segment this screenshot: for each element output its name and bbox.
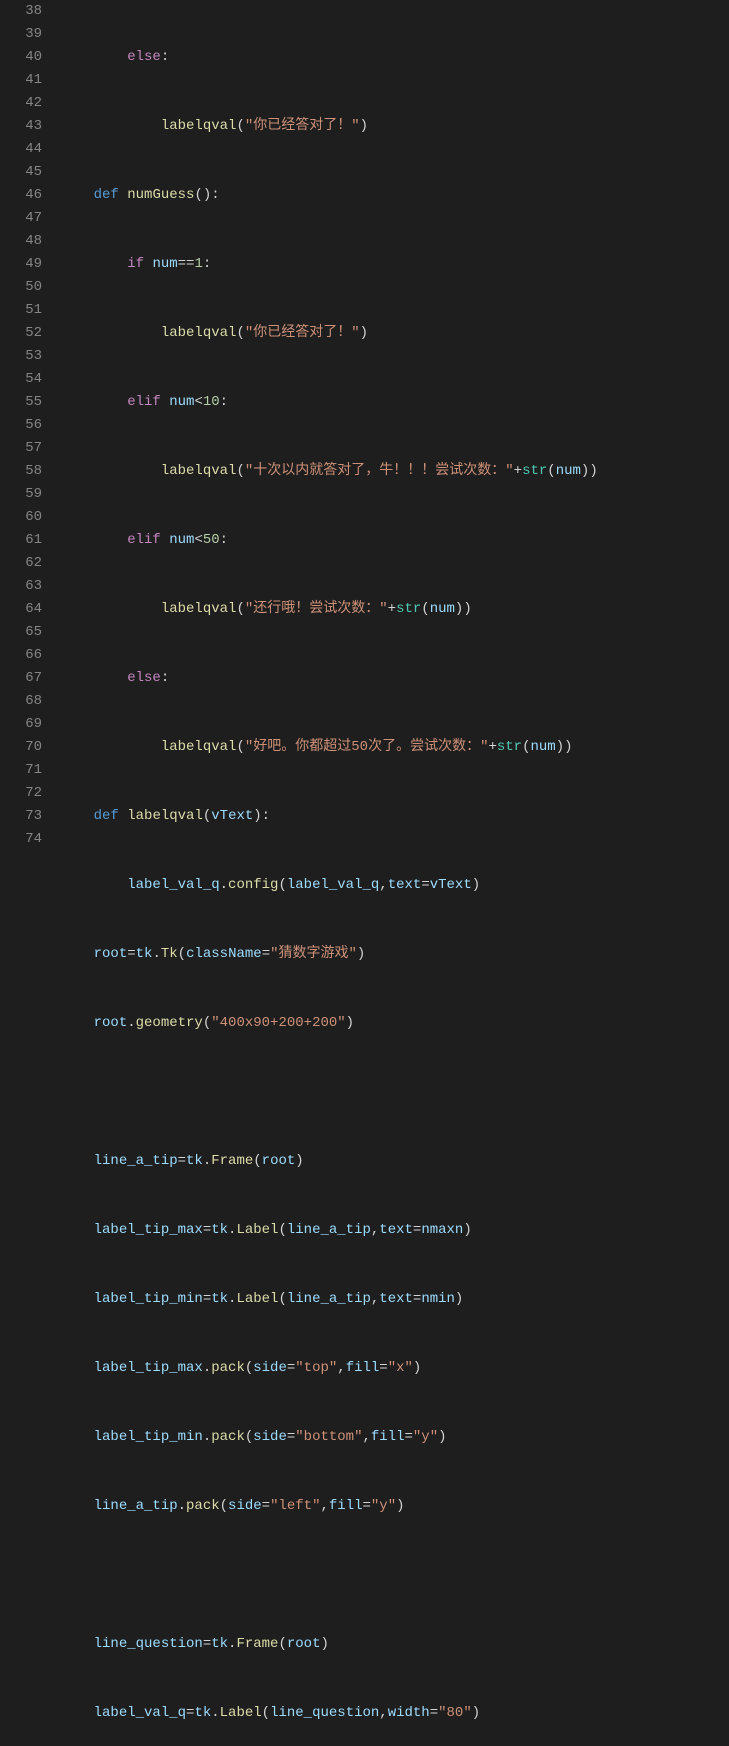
line-number: 59: [0, 483, 42, 506]
line-number: 72: [0, 782, 42, 805]
code-line[interactable]: elif num<50:: [60, 529, 729, 552]
code-line[interactable]: else:: [60, 46, 729, 69]
line-number: 67: [0, 667, 42, 690]
line-number: 46: [0, 184, 42, 207]
code-content[interactable]: else: labelqval("你已经答对了！") def numGuess(…: [60, 0, 729, 1746]
code-line[interactable]: elif num<10:: [60, 391, 729, 414]
line-number: 74: [0, 828, 42, 851]
line-number: 41: [0, 69, 42, 92]
line-number: 66: [0, 644, 42, 667]
code-line[interactable]: root.geometry("400x90+200+200"): [60, 1012, 729, 1035]
code-line[interactable]: labelqval("好吧。你都超过50次了。尝试次数："+str(num)): [60, 736, 729, 759]
code-line[interactable]: label_tip_min=tk.Label(line_a_tip,text=n…: [60, 1288, 729, 1311]
code-line[interactable]: if num==1:: [60, 253, 729, 276]
line-number: 70: [0, 736, 42, 759]
line-number: 68: [0, 690, 42, 713]
code-line[interactable]: labelqval("你已经答对了！"): [60, 322, 729, 345]
line-number: 54: [0, 368, 42, 391]
line-number: 58: [0, 460, 42, 483]
code-line[interactable]: line_a_tip=tk.Frame(root): [60, 1150, 729, 1173]
line-number: 71: [0, 759, 42, 782]
code-line[interactable]: [60, 1081, 729, 1104]
code-line[interactable]: line_question=tk.Frame(root): [60, 1633, 729, 1656]
code-line[interactable]: else:: [60, 667, 729, 690]
code-editor[interactable]: 3839404142434445464748495051525354555657…: [0, 0, 729, 1746]
line-number: 57: [0, 437, 42, 460]
code-line[interactable]: labelqval("还行哦！尝试次数："+str(num)): [60, 598, 729, 621]
code-line[interactable]: def labelqval(vText):: [60, 805, 729, 828]
line-number: 56: [0, 414, 42, 437]
code-line[interactable]: label_tip_min.pack(side="bottom",fill="y…: [60, 1426, 729, 1449]
line-number: 60: [0, 506, 42, 529]
line-number: 69: [0, 713, 42, 736]
code-line[interactable]: label_tip_max=tk.Label(line_a_tip,text=n…: [60, 1219, 729, 1242]
line-number: 63: [0, 575, 42, 598]
code-line[interactable]: [60, 1564, 729, 1587]
line-number: 44: [0, 138, 42, 161]
line-number: 42: [0, 92, 42, 115]
code-line[interactable]: label_val_q.config(label_val_q,text=vTex…: [60, 874, 729, 897]
code-line[interactable]: def numGuess():: [60, 184, 729, 207]
line-number: 52: [0, 322, 42, 345]
line-number: 53: [0, 345, 42, 368]
code-line[interactable]: labelqval("你已经答对了！"): [60, 115, 729, 138]
line-number: 64: [0, 598, 42, 621]
line-number: 45: [0, 161, 42, 184]
line-number: 43: [0, 115, 42, 138]
code-line[interactable]: label_val_q=tk.Label(line_question,width…: [60, 1702, 729, 1725]
code-line[interactable]: label_tip_max.pack(side="top",fill="x"): [60, 1357, 729, 1380]
line-number: 40: [0, 46, 42, 69]
line-number: 62: [0, 552, 42, 575]
line-number: 55: [0, 391, 42, 414]
line-number: 48: [0, 230, 42, 253]
code-line[interactable]: labelqval("十次以内就答对了，牛！！！尝试次数："+str(num)): [60, 460, 729, 483]
line-number: 50: [0, 276, 42, 299]
line-number-gutter: 3839404142434445464748495051525354555657…: [0, 0, 60, 1746]
line-number: 73: [0, 805, 42, 828]
line-number: 38: [0, 0, 42, 23]
line-number: 61: [0, 529, 42, 552]
line-number: 47: [0, 207, 42, 230]
line-number: 51: [0, 299, 42, 322]
line-number: 39: [0, 23, 42, 46]
line-number: 65: [0, 621, 42, 644]
code-line[interactable]: root=tk.Tk(className="猜数字游戏"): [60, 943, 729, 966]
code-line[interactable]: line_a_tip.pack(side="left",fill="y"): [60, 1495, 729, 1518]
line-number: 49: [0, 253, 42, 276]
